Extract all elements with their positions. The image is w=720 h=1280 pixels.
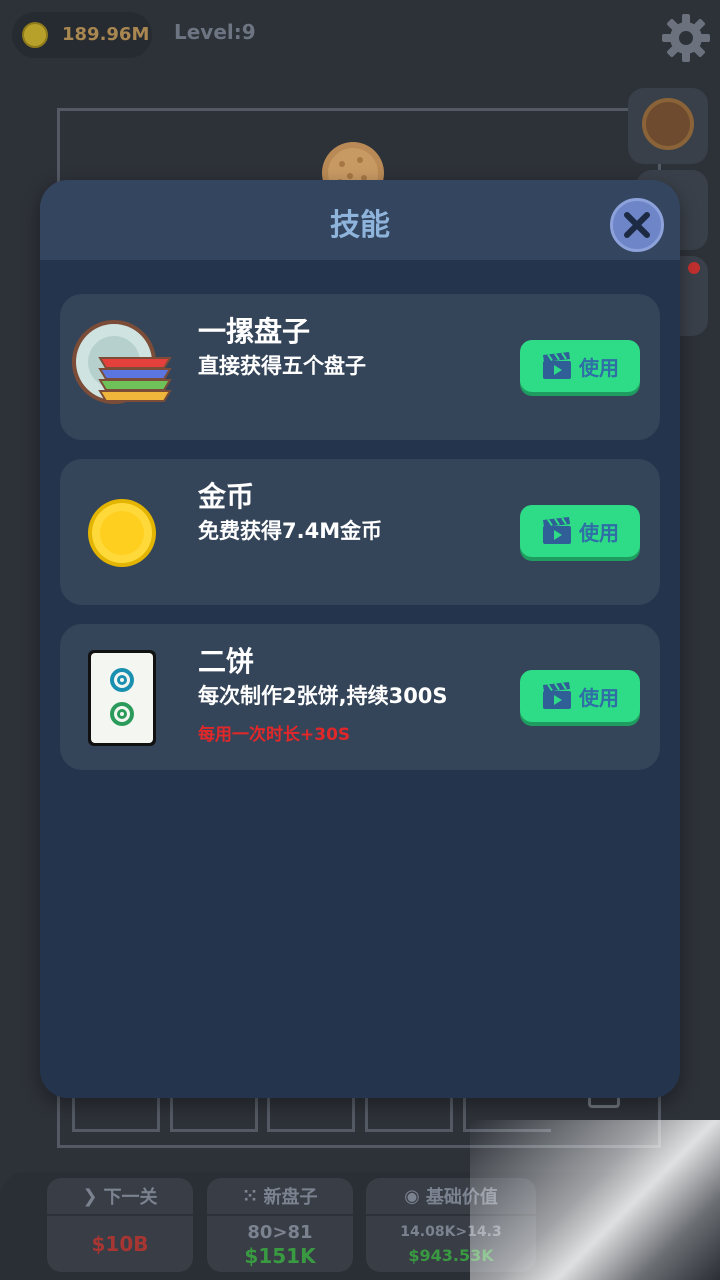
next-level-price: $10B: [91, 1232, 149, 1256]
close-icon: [624, 212, 650, 238]
base-value-price: $943.53K: [408, 1246, 494, 1265]
plate-slot: [170, 1098, 258, 1132]
next-level-header: ❯ 下一关: [47, 1178, 193, 1216]
skill-name: 一摞盘子: [198, 315, 311, 348]
use-button-label: 使用: [579, 685, 619, 710]
new-plate-price: $151K: [244, 1244, 316, 1268]
base-value-range: 14.08K>14.3: [400, 1224, 502, 1240]
skill-name: 金币: [198, 480, 255, 513]
skill-description: 直接获得五个盘子: [198, 354, 366, 378]
use-skill-button[interactable]: 使用: [520, 340, 640, 392]
skill-dialog: 技能 一摞盘子 直接获得五个盘子 使用 金币 免费获得7.4M金币 使用 二饼 …: [40, 180, 680, 1098]
coin-counter: 189.96M: [12, 12, 152, 58]
skill-name: 二饼: [198, 645, 255, 678]
coin-icon: [22, 22, 48, 48]
plate-slot: [463, 1098, 551, 1132]
skill-card-two-dots: 二饼 每次制作2张饼,持续300S 每用一次时长+30S 使用: [60, 624, 660, 770]
dialog-header: 技能: [40, 180, 680, 260]
skill-card-coins: 金币 免费获得7.4M金币 使用: [60, 459, 660, 605]
use-skill-button[interactable]: 使用: [520, 670, 640, 722]
skill-card-plates: 一摞盘子 直接获得五个盘子 使用: [60, 294, 660, 440]
new-plate-title: 新盘子: [263, 1187, 318, 1208]
next-level-title: 下一关: [103, 1187, 158, 1208]
base-value-button[interactable]: ◉ 基础价值 14.08K>14.3 $943.53K: [366, 1178, 536, 1272]
new-plate-range: 80>81: [247, 1222, 313, 1243]
coin-value: 189.96M: [62, 24, 150, 45]
base-value-title: 基础价值: [425, 1187, 498, 1208]
pie-icon: [642, 98, 694, 150]
gear-icon[interactable]: [660, 12, 712, 64]
next-level-button[interactable]: ❯ 下一关 $10B: [47, 1178, 193, 1272]
mahjong-tile-icon: [88, 650, 156, 746]
plate-stack-icon: [72, 320, 172, 404]
close-button[interactable]: [610, 198, 664, 252]
plate-slot: [365, 1098, 453, 1132]
chevron-right-icon: ❯: [82, 1185, 98, 1207]
skill-description: 免费获得7.4M金币: [198, 519, 383, 543]
use-button-label: 使用: [579, 355, 619, 380]
dots-grid-icon: ⁙: [242, 1185, 258, 1207]
new-plate-button[interactable]: ⁙ 新盘子 80>81 $151K: [207, 1178, 353, 1272]
plate-slot: [72, 1098, 160, 1132]
video-clapper-icon: [543, 682, 571, 709]
new-plate-header: ⁙ 新盘子: [207, 1178, 353, 1216]
plate-slot: [267, 1098, 355, 1132]
base-value-header: ◉ 基础价值: [366, 1178, 536, 1216]
level-label: Level:9: [174, 20, 256, 44]
notification-dot: [688, 262, 700, 274]
video-clapper-icon: [543, 352, 571, 379]
skill-description: 每次制作2张饼,持续300S: [198, 684, 448, 708]
target-icon: ◉: [404, 1185, 420, 1207]
gold-coin-icon: [88, 499, 156, 567]
skill-note: 每用一次时长+30S: [198, 725, 351, 745]
use-skill-button[interactable]: 使用: [520, 505, 640, 557]
side-pie-button[interactable]: [628, 88, 708, 164]
dialog-title: 技能: [330, 208, 390, 243]
video-clapper-icon: [543, 517, 571, 544]
use-button-label: 使用: [579, 520, 619, 545]
